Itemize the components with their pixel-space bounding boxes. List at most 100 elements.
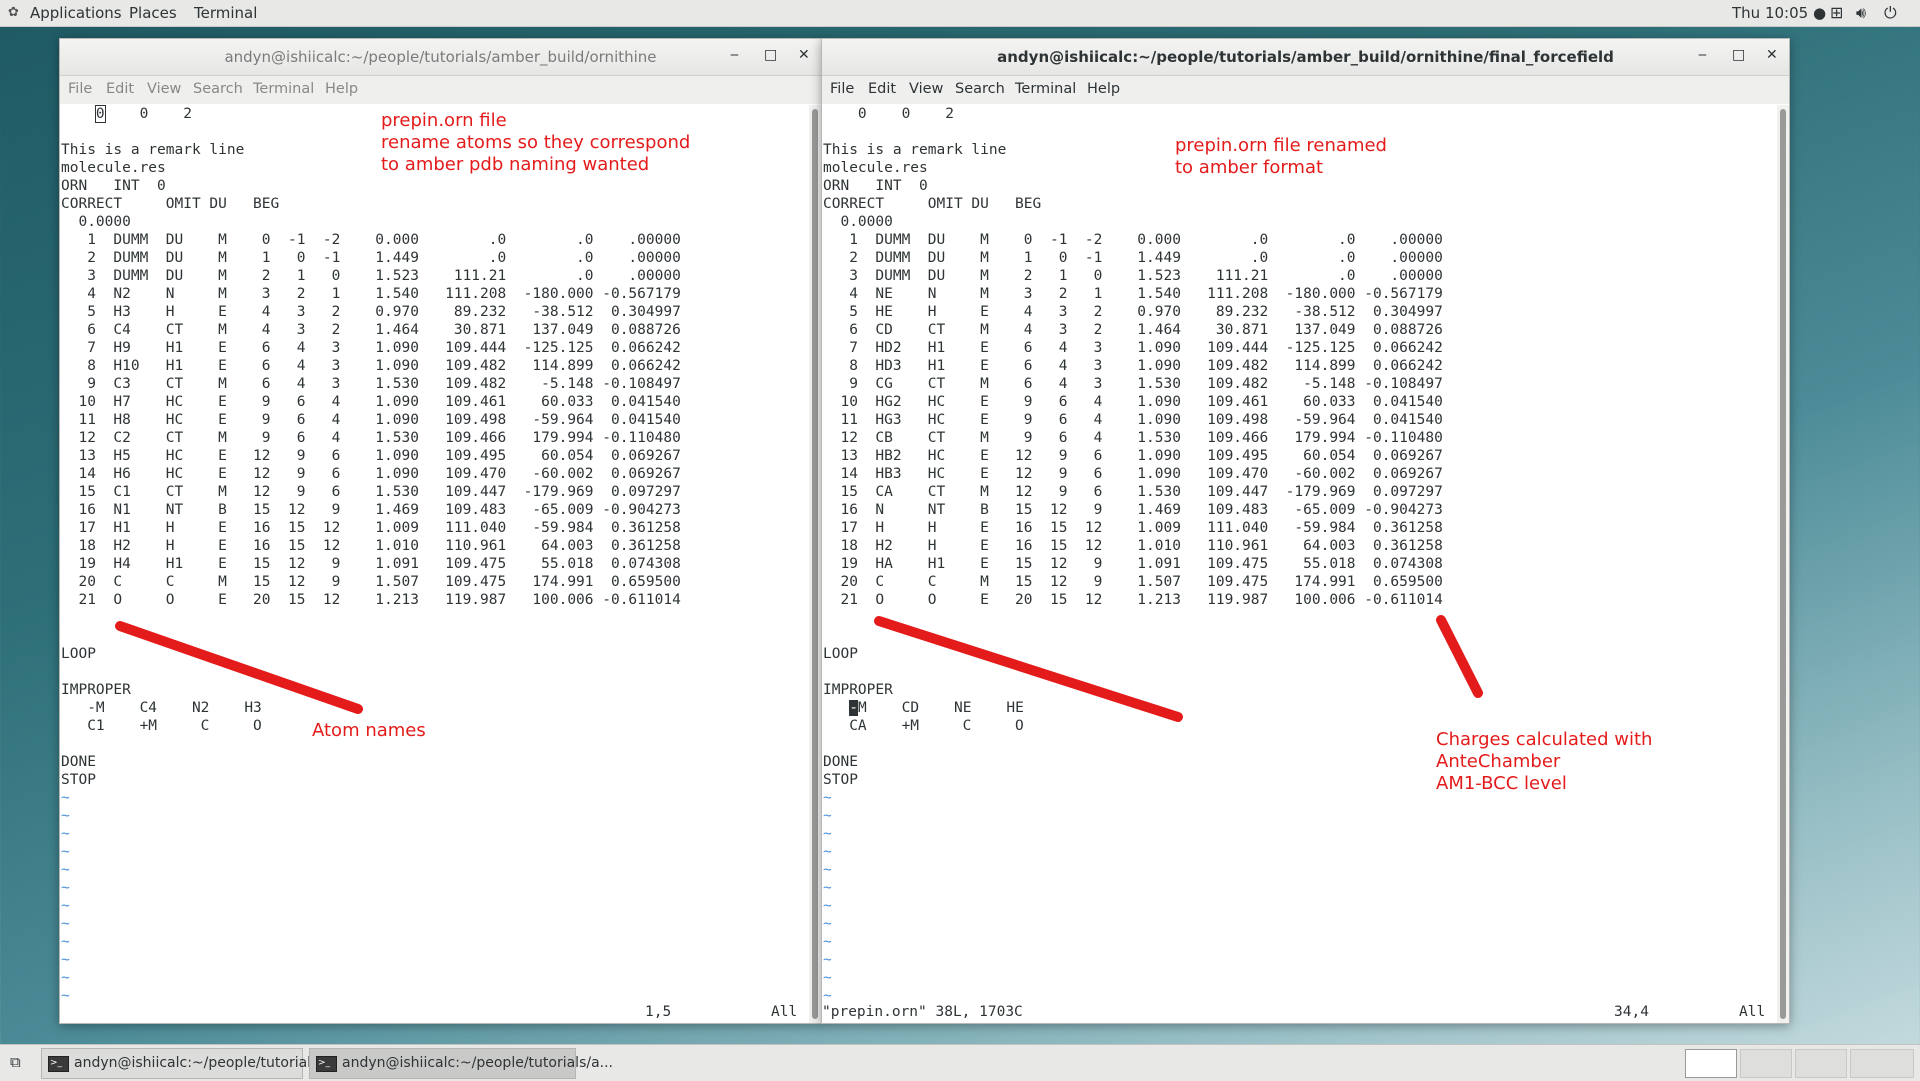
atom-row: 18 H2 H E 16 15 12 1.010 110.961 64.003 … [840, 538, 1443, 554]
close-icon[interactable]: ✕ [1766, 47, 1778, 63]
menu-view[interactable]: View [909, 81, 943, 97]
menu-file[interactable]: File [68, 81, 92, 97]
terminal-app-menu[interactable]: Terminal [194, 4, 257, 22]
atom-row: 20 C C M 15 12 9 1.507 109.475 174.991 0… [840, 574, 1443, 590]
file-info: "prepin.orn" 38L, 1703C [822, 1004, 1023, 1020]
atom-row: 4 N2 N M 3 2 1 1.540 111.208 -180.000 -0… [87, 286, 681, 302]
remark-line: This is a remark line [823, 142, 1007, 158]
atom-row: 3 DUMM DU M 2 1 0 1.523 111.21 .0 .00000 [849, 268, 1443, 284]
atom-row: 19 HA H1 E 15 12 9 1.091 109.475 55.018 … [840, 556, 1443, 572]
menu-edit[interactable]: Edit [106, 81, 134, 97]
power-icon[interactable]: ⏻ [1884, 3, 1897, 23]
top-panel: ✿ Applications Places Terminal Thu 10:05… [0, 0, 1920, 27]
atom-row: 19 H4 H1 E 15 12 9 1.091 109.475 55.018 … [78, 556, 681, 572]
workspace-4[interactable] [1850, 1049, 1914, 1078]
applications-menu[interactable]: Applications [30, 4, 122, 22]
close-icon[interactable]: ✕ [798, 47, 810, 63]
atom-row: 17 H1 H E 16 15 12 1.009 111.040 -59.984… [78, 520, 681, 536]
menu-edit[interactable]: Edit [868, 81, 896, 97]
scroll-position: All [1739, 1004, 1766, 1020]
menu-view[interactable]: View [147, 81, 181, 97]
cursor: - [849, 700, 858, 716]
menubar: File Edit View Search Terminal Help [822, 76, 1789, 104]
atom-row: 16 N NT B 15 12 9 1.469 109.483 -65.009 … [840, 502, 1443, 518]
atom-table: 1 DUMM DU M 0 -1 -2 0.000 .0 .0 .00000 2… [61, 232, 681, 608]
maximize-icon[interactable]: □ [764, 47, 777, 63]
cursor-position: 34,4 [1614, 1004, 1649, 1020]
atom-row: 17 H H E 16 15 12 1.009 111.040 -59.984 … [840, 520, 1443, 536]
empty-line-markers: ~ ~ ~ ~ ~ ~ ~ ~ ~ ~ ~ ~ [61, 790, 70, 1004]
atom-row: 21 O O E 20 15 12 1.213 119.987 100.006 … [61, 592, 681, 608]
scrollbar-thumb[interactable] [1780, 109, 1786, 1019]
atom-row: 5 H3 H E 4 3 2 0.970 89.232 -38.512 0.30… [87, 304, 681, 320]
atom-row: 10 HG2 HC E 9 6 4 1.090 109.461 60.033 0… [840, 394, 1443, 410]
clock[interactable]: Thu 10:05 ● [1732, 4, 1826, 22]
atom-row: 5 HE H E 4 3 2 0.970 89.232 -38.512 0.30… [849, 304, 1443, 320]
terminal-content[interactable]: 0 0 2 This is a remark line molecule.res… [822, 105, 1777, 1023]
annotation-atom-names: Atom names [312, 720, 426, 741]
titlebar[interactable]: andyn@ishiicalc:~/people/tutorials/amber… [822, 39, 1789, 76]
atom-row: 2 DUMM DU M 1 0 -1 1.449 .0 .0 .00000 [849, 250, 1443, 266]
terminal-content[interactable]: 0 0 2 This is a remark line molecule.res… [60, 105, 809, 1023]
scrollbar-thumb[interactable] [812, 109, 818, 1019]
gnome-foot-icon[interactable]: ✿ [8, 5, 19, 20]
workspace-3[interactable] [1795, 1049, 1847, 1078]
atom-row: 10 H7 HC E 9 6 4 1.090 109.461 60.033 0.… [78, 394, 681, 410]
volume-icon[interactable]: 🔊︎ [1856, 3, 1866, 23]
vim-buffer: 0 0 2 This is a remark line molecule.res… [61, 105, 681, 1004]
menu-help[interactable]: Help [325, 81, 358, 97]
atom-row: 9 C3 CT M 6 4 3 1.530 109.482 -5.148 -0.… [87, 376, 681, 392]
minimize-icon[interactable]: ‒ [730, 47, 739, 63]
taskbar-item-left-terminal[interactable]: >_ andyn@ishiicalc:~/people/tutorials/a.… [41, 1048, 345, 1079]
atom-row: 8 H10 H1 E 6 4 3 1.090 109.482 114.899 0… [87, 358, 681, 374]
scrollbar[interactable] [809, 105, 821, 1023]
menu-terminal[interactable]: Terminal [253, 81, 314, 97]
menu-help[interactable]: Help [1087, 81, 1120, 97]
atom-row: 15 CA CT M 12 9 6 1.530 109.447 -179.969… [840, 484, 1443, 500]
atom-row: 9 CG CT M 6 4 3 1.530 109.482 -5.148 -0.… [849, 376, 1443, 392]
atom-row: 7 H9 H1 E 6 4 3 1.090 109.444 -125.125 0… [87, 340, 681, 356]
workspace-1[interactable] [1685, 1049, 1737, 1078]
atom-row: 16 N1 NT B 15 12 9 1.469 109.483 -65.009… [78, 502, 681, 518]
atom-row: 2 DUMM DU M 1 0 -1 1.449 .0 .0 .00000 [87, 250, 681, 266]
terminal-icon: >_ [316, 1056, 337, 1072]
annotation-renamed-format: prepin.orn file renamed to amber format [1175, 135, 1387, 178]
atom-row: 6 CD CT M 4 3 2 1.464 30.871 137.049 0.0… [849, 322, 1443, 338]
atom-row: 11 H8 HC E 9 6 4 1.090 109.498 -59.964 0… [78, 412, 681, 428]
menu-file[interactable]: File [830, 81, 854, 97]
atom-row: 1 DUMM DU M 0 -1 -2 0.000 .0 .0 .00000 [87, 232, 681, 248]
menu-search[interactable]: Search [193, 81, 243, 97]
scrollbar[interactable] [1777, 105, 1789, 1023]
workspace-2[interactable] [1740, 1049, 1792, 1078]
annotation-rename-atoms: prepin.orn file rename atoms so they cor… [381, 110, 691, 175]
atom-row: 13 H5 HC E 12 9 6 1.090 109.495 60.054 0… [78, 448, 681, 464]
bottom-taskbar: ⧉ >_ andyn@ishiicalc:~/people/tutorials/… [0, 1044, 1920, 1081]
atom-row: 12 CB CT M 9 6 4 1.530 109.466 179.994 -… [840, 430, 1443, 446]
window-title: andyn@ishiicalc:~/people/tutorials/amber… [224, 48, 657, 66]
vim-statusline: 1,5 All [60, 1003, 797, 1023]
maximize-icon[interactable]: □ [1732, 47, 1745, 63]
titlebar[interactable]: andyn@ishiicalc:~/people/tutorials/amber… [60, 39, 821, 76]
atom-row: 1 DUMM DU M 0 -1 -2 0.000 .0 .0 .00000 [849, 232, 1443, 248]
minimize-icon[interactable]: ‒ [1698, 47, 1707, 63]
terminal-window-left: andyn@ishiicalc:~/people/tutorials/amber… [59, 38, 822, 1024]
annotation-charges: Charges calculated with AnteChamber AM1-… [1436, 729, 1653, 794]
atom-row: 14 HB3 HC E 12 9 6 1.090 109.470 -60.002… [840, 466, 1443, 482]
show-desktop-icon[interactable]: ⧉ [10, 1053, 21, 1071]
scroll-position: All [771, 1004, 798, 1020]
taskbar-item-right-terminal[interactable]: >_ andyn@ishiicalc:~/people/tutorials/a.… [309, 1048, 613, 1079]
atom-table: 1 DUMM DU M 0 -1 -2 0.000 .0 .0 .00000 2… [823, 232, 1443, 608]
atom-row: 13 HB2 HC E 12 9 6 1.090 109.495 60.054 … [840, 448, 1443, 464]
menu-terminal[interactable]: Terminal [1015, 81, 1076, 97]
atom-row: 3 DUMM DU M 2 1 0 1.523 111.21 .0 .00000 [87, 268, 681, 284]
terminal-window-right: andyn@ishiicalc:~/people/tutorials/amber… [821, 38, 1790, 1024]
atom-row: 4 NE N M 3 2 1 1.540 111.208 -180.000 -0… [849, 286, 1443, 302]
network-icon[interactable]: ⊞ [1830, 3, 1843, 22]
vim-statusline: "prepin.orn" 38L, 1703C 34,4 All [822, 1003, 1765, 1023]
terminal-icon: >_ [48, 1056, 69, 1072]
places-menu[interactable]: Places [129, 4, 177, 22]
atom-row: 6 C4 CT M 4 3 2 1.464 30.871 137.049 0.0… [87, 322, 681, 338]
window-title: andyn@ishiicalc:~/people/tutorials/amber… [997, 48, 1614, 66]
empty-line-markers: ~ ~ ~ ~ ~ ~ ~ ~ ~ ~ ~ ~ [823, 790, 832, 1004]
menu-search[interactable]: Search [955, 81, 1005, 97]
